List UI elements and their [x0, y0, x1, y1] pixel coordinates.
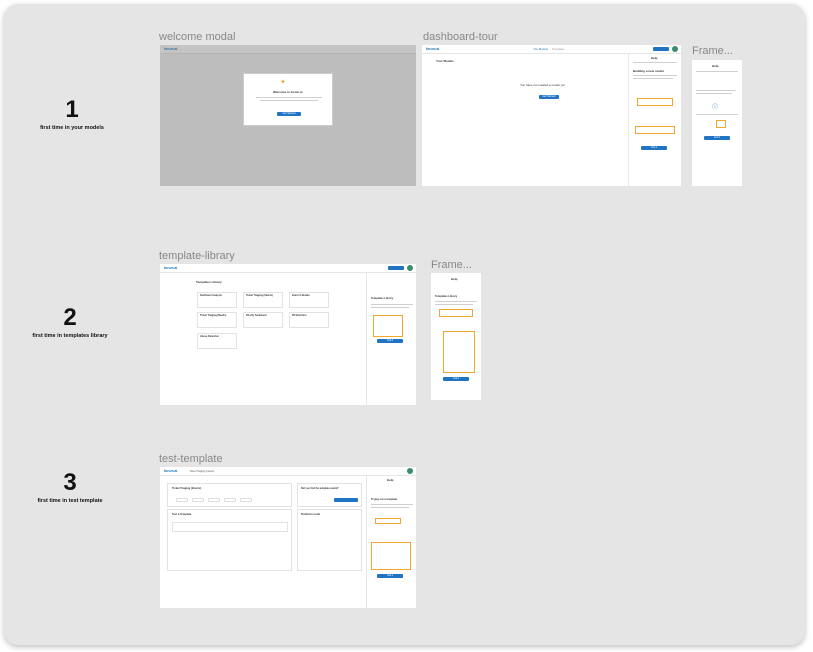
results-title: Prediction result: [301, 513, 320, 516]
template-name: Ticket Triaging (Intents): [189, 469, 215, 473]
brand-logo: forum.ai: [164, 469, 178, 473]
help-title: Help: [712, 64, 719, 68]
app-header: forum.ai: [160, 264, 416, 273]
step-number: 1: [65, 96, 79, 123]
frame-label: Frame...: [431, 259, 472, 271]
frame-label: test-template: [159, 453, 223, 465]
help-got-it-button[interactable]: Got it: [377, 339, 403, 343]
step-number: 2: [63, 304, 77, 331]
highlight-box: [716, 120, 726, 128]
app-header: forum.ai: [160, 45, 416, 54]
template-card[interactable]: Ticket Triaging (Intents): [243, 292, 283, 308]
highlight-box: [371, 542, 411, 570]
highlight-box: [373, 315, 403, 337]
highlight-box: [443, 331, 475, 373]
welcome-modal: ✦ Welcome to forum.ai Get Started: [243, 73, 333, 126]
empty-state-text: You have not created a model yet: [520, 83, 565, 87]
help-got-it-button[interactable]: Got it: [443, 377, 469, 381]
help-got-it-button[interactable]: Got it: [704, 136, 730, 140]
brand-logo: forum.ai: [426, 47, 440, 51]
brand-logo: forum.ai: [164, 266, 178, 270]
highlight-box: [635, 126, 675, 134]
step-caption: first time in test template: [37, 498, 103, 504]
feedback-button[interactable]: [334, 498, 358, 502]
help-frame-2[interactable]: Help Templates Library Got it: [431, 273, 481, 400]
help-got-it-button[interactable]: Got it: [377, 574, 403, 578]
app-header: forum.ai Our Models Templates: [422, 45, 681, 54]
empty-get-started-button[interactable]: Get Started: [539, 95, 559, 99]
help-title: Help: [651, 56, 658, 60]
template-card: Ticket Triaging (Intents): [167, 483, 292, 507]
help-panel: Help Building a new model Got it: [628, 54, 681, 186]
page-title: Your Models: [436, 59, 454, 63]
avatar[interactable]: [407, 468, 413, 474]
dashboard-tour-frame[interactable]: forum.ai Our Models Templates Your Model…: [422, 45, 681, 186]
tab-templates[interactable]: Templates: [552, 47, 565, 51]
frame-label: dashboard-tour: [423, 31, 498, 43]
step-1: 1 first time in your models: [12, 96, 132, 132]
template-card[interactable]: Intent in Emails: [289, 292, 329, 308]
test-title: Test a Template: [172, 513, 192, 516]
template-card[interactable]: Priority Sentiment: [243, 312, 283, 328]
step-caption: first time in your models: [40, 125, 104, 131]
useful-question: Did you find the template useful?: [301, 487, 339, 490]
step-2: 2 first time in templates library: [10, 304, 130, 340]
help-title: Templates Library: [371, 297, 394, 300]
tab-our-models[interactable]: Our Models: [533, 47, 547, 51]
feedback-box: Did you find the template useful?: [297, 483, 362, 507]
template-card[interactable]: Sentiment Analysis: [197, 292, 237, 308]
flow-canvas: 1 first time in your models 2 first time…: [4, 4, 805, 645]
avatar[interactable]: [407, 265, 413, 271]
help-title: Help: [451, 277, 458, 281]
frame-label: Frame...: [692, 45, 733, 57]
welcome-modal-frame[interactable]: forum.ai ✦ Welcome to forum.ai Get Start…: [160, 45, 416, 186]
card-title: Ticket Triaging (Intents): [172, 487, 202, 490]
template-card[interactable]: PII Detection: [289, 312, 329, 328]
rocket-icon: ✦: [280, 79, 286, 86]
highlight-box: [375, 518, 401, 524]
step-caption: first time in templates library: [32, 333, 108, 339]
new-model-button[interactable]: [653, 47, 669, 51]
page-title: Templates Library: [196, 280, 222, 284]
test-box: Test a Template: [167, 509, 292, 571]
brand-logo: forum.ai: [164, 47, 178, 51]
new-model-button[interactable]: [388, 266, 404, 270]
template-card[interactable]: Ticket Triaging (Needs): [197, 312, 237, 328]
step-3: 3 first time in test template: [10, 469, 130, 505]
info-icon: ⓘ: [712, 105, 719, 111]
help-title: Help: [387, 478, 394, 482]
help-heading: Building a new model: [633, 69, 664, 73]
test-input[interactable]: [172, 522, 288, 532]
help-heading: Templates Library: [435, 295, 458, 298]
step-number: 3: [63, 469, 77, 496]
app-header: forum.ai Ticket Triaging (Intents): [160, 467, 416, 476]
highlight-box: [637, 98, 673, 106]
template-library-frame[interactable]: forum.ai Templates Library Sentiment Ana…: [160, 264, 416, 405]
get-started-button[interactable]: Get Started: [277, 112, 301, 116]
modal-title: Welcome to forum.ai: [273, 90, 303, 94]
frame-label: template-library: [159, 250, 235, 262]
help-heading: Trying out a template: [371, 498, 398, 501]
frame-label: welcome modal: [159, 31, 236, 43]
help-panel: Help Trying out a template Got it: [366, 476, 416, 608]
help-got-it-button[interactable]: Got it: [641, 146, 667, 150]
template-card[interactable]: Abuse Detection: [197, 333, 237, 349]
help-frame-1[interactable]: Help ⓘ Got it: [692, 60, 742, 186]
test-template-frame[interactable]: forum.ai Ticket Triaging (Intents) Ticke…: [160, 467, 416, 608]
help-panel: Templates Library Got it: [366, 273, 416, 405]
avatar[interactable]: [672, 46, 678, 52]
results-box: Prediction result: [297, 509, 362, 571]
highlight-box: [439, 309, 473, 317]
